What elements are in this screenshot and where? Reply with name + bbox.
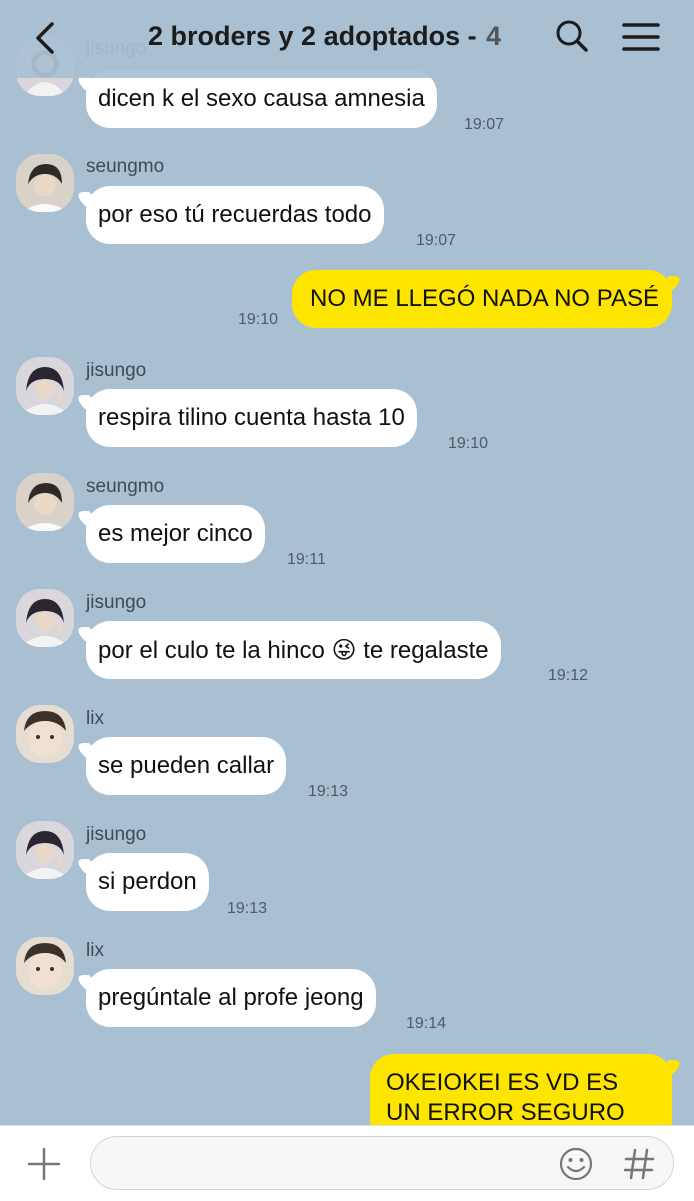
hash-icon: [623, 1148, 655, 1180]
message-text: te regalaste: [363, 637, 489, 664]
hamburger-menu-icon: [622, 23, 660, 51]
message-time: 19:11: [287, 551, 326, 568]
hashtag-search-button[interactable]: [622, 1146, 656, 1182]
avatar-seungmo[interactable]: [16, 473, 74, 531]
message-time: 19:14: [406, 1015, 447, 1032]
chat-messages[interactable]: jisungo dicen k el sexo causa amnesia 19…: [0, 0, 694, 1144]
sender-name: seungmo: [86, 476, 165, 497]
avatar-lix[interactable]: [16, 937, 74, 995]
message-bubble[interactable]: dicen k el sexo causa amnesia: [86, 70, 437, 128]
search-icon: [556, 20, 588, 52]
message-bubble[interactable]: respira tilino cuenta hasta 10: [86, 389, 417, 447]
sender-name: lix: [86, 708, 104, 729]
message-bubble[interactable]: pregúntale al profe jeong: [86, 969, 376, 1027]
sender-name: jisungo: [86, 360, 147, 381]
avatar-lix[interactable]: [16, 705, 74, 763]
emoji-icon: [559, 1147, 593, 1181]
message-text: por el culo te la hinco: [98, 637, 325, 664]
winking-tongue-emoji: 😜: [331, 636, 357, 664]
emoji-button[interactable]: [558, 1146, 594, 1182]
plus-icon: [27, 1147, 61, 1181]
my-message-bubble[interactable]: NO ME LLEGÓ NADA NO PASÉ: [292, 270, 672, 328]
message-time: 19:13: [227, 900, 268, 917]
search-button[interactable]: [552, 16, 592, 56]
message-bubble[interactable]: por el culo te la hinco 😜 te regalaste: [86, 621, 501, 679]
back-button[interactable]: [28, 18, 64, 58]
avatar-seungmo[interactable]: [16, 154, 74, 212]
chat-title-text: 2 broders y 2 adoptados -: [148, 21, 477, 51]
message-time: 19:07: [416, 232, 457, 249]
chat-header: 2 broders y 2 adoptados - 4: [0, 0, 694, 78]
avatar-jisungo[interactable]: [16, 821, 74, 879]
menu-button[interactable]: [620, 18, 662, 56]
avatar-jisungo[interactable]: [16, 357, 74, 415]
message-bubble[interactable]: es mejor cinco: [86, 505, 265, 563]
message-time: 19:13: [308, 783, 349, 800]
sender-name: jisungo: [86, 592, 147, 613]
avatar-jisungo[interactable]: [16, 589, 74, 647]
message-time: 19:10: [448, 435, 489, 452]
message-time: 19:07: [464, 116, 505, 133]
sender-name: seungmo: [86, 156, 165, 177]
message-bubble[interactable]: por eso tú recuerdas todo: [86, 186, 384, 244]
member-count: 4: [486, 21, 502, 51]
message-bubble[interactable]: si perdon: [86, 853, 209, 911]
message-time: 19:12: [548, 667, 589, 684]
message-time: 19:10: [238, 311, 279, 328]
message-input-bar: [0, 1125, 694, 1201]
chevron-left-icon: [36, 22, 54, 54]
sender-name: lix: [86, 940, 104, 961]
sender-name: jisungo: [86, 824, 147, 845]
message-bubble[interactable]: se pueden callar: [86, 737, 287, 795]
attach-button[interactable]: [26, 1146, 62, 1182]
chat-title[interactable]: 2 broders y 2 adoptados - 4: [148, 21, 501, 52]
